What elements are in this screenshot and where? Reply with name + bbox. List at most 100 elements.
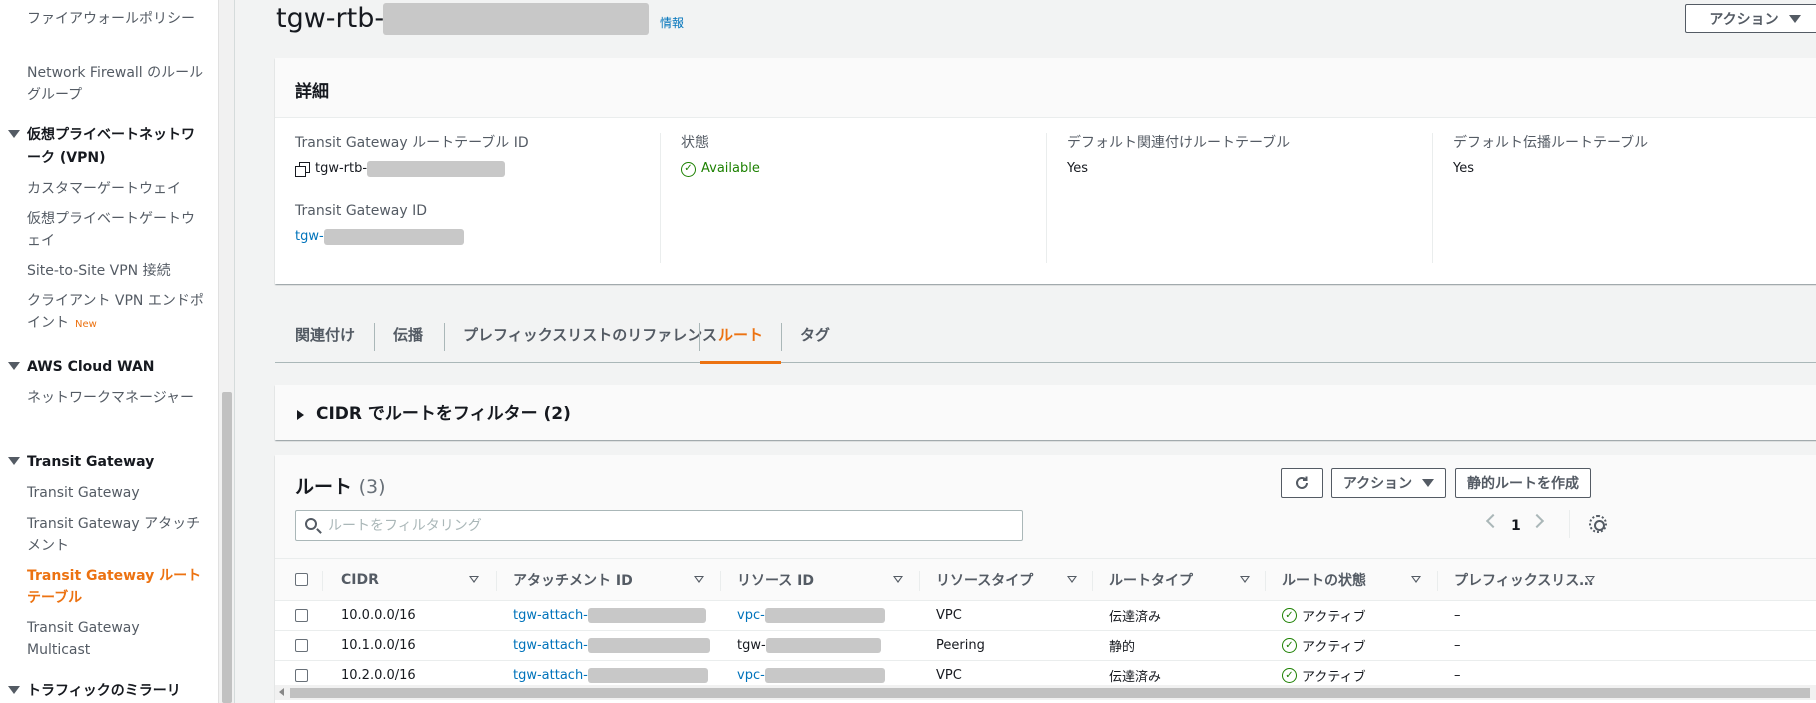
- sidebar-item-tgw-route-tables[interactable]: Transit Gateway ルートテーブル: [27, 565, 207, 609]
- column-divider: [919, 571, 920, 591]
- tgw-id-value[interactable]: tgw-: [295, 227, 660, 247]
- sidebar-item-virtual-private-gateway[interactable]: 仮想プライベートゲートウェイ: [27, 208, 207, 252]
- redacted-id: [587, 668, 708, 683]
- state-text: Available: [701, 161, 760, 176]
- routes-count: (3): [358, 476, 386, 498]
- routes-title-text: ルート: [295, 476, 353, 498]
- check-circle-icon: ✓: [1282, 638, 1297, 653]
- sort-icon[interactable]: [469, 576, 479, 583]
- row-checkbox[interactable]: [295, 609, 308, 622]
- row-checkbox[interactable]: [295, 669, 308, 682]
- select-all-checkbox[interactable]: [295, 573, 308, 586]
- sidebar-item-site-to-site-vpn[interactable]: Site-to-Site VPN 接続: [27, 260, 207, 282]
- header-actions-button[interactable]: アクション: [1685, 4, 1816, 33]
- column-header-route-type[interactable]: ルートタイプ: [1109, 559, 1193, 601]
- tab-propagations[interactable]: 伝播: [393, 305, 423, 363]
- page-number[interactable]: 1: [1511, 518, 1521, 534]
- redacted-id: [765, 638, 881, 653]
- scroll-left-icon[interactable]: [279, 688, 284, 696]
- route-table-id-label: Transit Gateway ルートテーブル ID: [295, 135, 529, 151]
- sidebar-item-firewall-policy[interactable]: ファイアウォールポリシー: [27, 8, 207, 30]
- create-static-route-button[interactable]: 静的ルートを作成: [1455, 468, 1591, 498]
- route-state-text: アクティブ: [1302, 610, 1366, 625]
- column-header-resource-id[interactable]: リソース ID: [737, 559, 814, 601]
- chevron-right-icon[interactable]: [1529, 513, 1545, 529]
- tab-associations[interactable]: 関連付け: [295, 305, 355, 363]
- sidebar-item-firewall-rule-groups[interactable]: Network Firewall のルールグループ: [27, 62, 207, 106]
- redacted-id: [764, 608, 885, 623]
- default-prop-label: デフォルト伝播ルートテーブル: [1453, 135, 1649, 151]
- routes-actions-button[interactable]: アクション: [1331, 468, 1446, 498]
- check-circle-icon: ✓: [1282, 608, 1297, 623]
- sidebar-scrollbar[interactable]: [218, 0, 234, 703]
- column-header-prefix-list[interactable]: プレフィックスリス…: [1454, 559, 1593, 601]
- tab-routes[interactable]: ルート: [700, 305, 781, 364]
- sort-icon[interactable]: [1067, 576, 1077, 583]
- sort-icon[interactable]: [1585, 576, 1595, 583]
- column-header-resource-type[interactable]: リソースタイプ: [936, 559, 1033, 601]
- info-link[interactable]: 情報: [660, 14, 684, 31]
- sidebar-scrollbar-thumb[interactable]: [222, 392, 232, 703]
- sidebar-section-transit-gateway[interactable]: Transit Gateway: [8, 451, 208, 474]
- resource-id-text: tgw-: [737, 638, 766, 653]
- table-row[interactable]: 10.0.0.0/16 tgw-attach- vpc- VPC 伝達済み ✓ …: [275, 601, 1816, 631]
- column-divider: [1092, 571, 1093, 591]
- sort-icon[interactable]: [1411, 576, 1421, 583]
- cell-attachment-id[interactable]: tgw-attach-: [513, 631, 710, 660]
- sidebar-item-transit-gateway[interactable]: Transit Gateway: [27, 482, 207, 504]
- table-row[interactable]: 10.1.0.0/16 tgw-attach- tgw- Peering 静的 …: [275, 631, 1816, 661]
- column-header-attachment-id[interactable]: アタッチメント ID: [513, 559, 633, 601]
- sort-icon[interactable]: [893, 576, 903, 583]
- sort-icon[interactable]: [694, 576, 704, 583]
- caret-down-icon: [1788, 14, 1801, 23]
- route-search-input[interactable]: [328, 515, 1008, 537]
- routes-header: ルート (3) アクション 静的ルートを作成 1: [275, 455, 1816, 558]
- chevron-left-icon[interactable]: [1485, 513, 1501, 529]
- sidebar-item-network-manager[interactable]: ネットワークマネージャー: [27, 387, 207, 409]
- redacted-id: [367, 161, 506, 177]
- caret-down-icon: [1422, 479, 1435, 487]
- redacted-id: [587, 638, 710, 653]
- route-search[interactable]: [295, 510, 1023, 541]
- details-col-default-assoc: デフォルト関連付けルートテーブル Yes: [1046, 133, 1432, 263]
- table-horizontal-scrollbar[interactable]: [275, 685, 1816, 700]
- column-header-cidr[interactable]: CIDR: [341, 559, 379, 601]
- redacted-id: [323, 229, 464, 245]
- column-header-route-state[interactable]: ルートの状態: [1282, 559, 1366, 601]
- sort-icon[interactable]: [1240, 576, 1250, 583]
- row-checkbox[interactable]: [295, 639, 308, 652]
- cidr-filter-title: CIDR でルートをフィルター (2): [316, 404, 571, 424]
- column-divider: [496, 571, 497, 591]
- refresh-button[interactable]: [1281, 468, 1323, 498]
- sidebar-section-label: トラフィックのミラーリ: [27, 683, 181, 699]
- gear-icon[interactable]: [1589, 515, 1607, 533]
- table-scrollbar-thumb[interactable]: [290, 688, 1810, 698]
- state-label: 状態: [681, 135, 709, 151]
- main-content: tgw-rtb- 情報 アクション 詳細 Transit Gateway ルート…: [236, 0, 1816, 703]
- cell-resource-id[interactable]: vpc-: [737, 601, 885, 630]
- cell-prefix-list: –: [1454, 608, 1461, 623]
- details-title: 詳細: [295, 82, 329, 102]
- pagination-divider: [1569, 510, 1570, 538]
- sidebar-item-customer-gateway[interactable]: カスタマーゲートウェイ: [27, 178, 207, 200]
- cidr-filter-expander[interactable]: CIDR でルートをフィルター (2): [275, 385, 1816, 440]
- sidebar-section-cloud-wan[interactable]: AWS Cloud WAN: [8, 356, 208, 379]
- create-static-route-label: 静的ルートを作成: [1467, 476, 1579, 492]
- redacted-id: [764, 668, 885, 683]
- check-circle-icon: ✓: [681, 161, 696, 177]
- sidebar-item-tgw-multicast[interactable]: Transit Gateway Multicast: [27, 617, 207, 661]
- sidebar-item-client-vpn[interactable]: クライアント VPN エンドポイント New: [27, 290, 207, 336]
- tab-prefix-list-references[interactable]: プレフィックスリストのリファレンス: [463, 305, 717, 363]
- cell-route-state: ✓ アクティブ: [1282, 631, 1366, 660]
- tab-tags[interactable]: タグ: [800, 305, 830, 363]
- attachment-id-text: tgw-attach-: [513, 668, 588, 683]
- details-panel: 詳細 Transit Gateway ルートテーブル ID tgw-rtb- T…: [275, 58, 1816, 284]
- cell-cidr: 10.1.0.0/16: [341, 638, 416, 653]
- sidebar-section-vpn[interactable]: 仮想プライベートネットワーク (VPN): [8, 124, 208, 170]
- routes-title: ルート (3): [295, 472, 386, 499]
- cell-attachment-id[interactable]: tgw-attach-: [513, 601, 706, 630]
- sidebar-item-tgw-attachments[interactable]: Transit Gateway アタッチメント: [27, 513, 207, 557]
- sidebar-section-traffic-mirroring[interactable]: トラフィックのミラーリ: [8, 680, 208, 703]
- caret-down-icon: [8, 130, 20, 138]
- copy-icon[interactable]: [295, 162, 310, 177]
